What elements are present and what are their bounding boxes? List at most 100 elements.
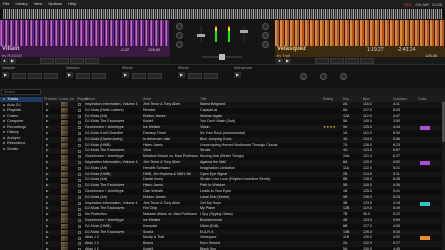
sidebar-item-icon — [3, 131, 5, 133]
deck-right-filter-knob[interactable] — [320, 73, 327, 80]
played-checkbox[interactable] — [78, 149, 81, 153]
sidebar-item-label: Recordings — [7, 124, 27, 129]
sampler-play-button-2[interactable]: ▶ — [66, 72, 73, 78]
panel-label-samples: Samples — [66, 66, 80, 70]
sampler-effects-panels: Sampler Samples Effects Effects Micropho… — [0, 64, 445, 89]
track-color-swatch[interactable] — [420, 201, 430, 206]
played-checkbox[interactable] — [78, 207, 81, 211]
effect-slot-2[interactable] — [148, 73, 162, 79]
track-color-swatch[interactable] — [420, 161, 430, 165]
played-checkbox[interactable] — [78, 219, 81, 223]
played-checkbox[interactable] — [78, 242, 81, 246]
cover-art — [61, 148, 68, 154]
eq-mid-knob-left[interactable] — [176, 41, 183, 48]
deck-left-cue-button[interactable]: ● — [1, 57, 8, 64]
onair-indicator[interactable]: ON AIR — [415, 2, 429, 7]
samples-slot-1[interactable] — [76, 73, 90, 79]
sidebar-item-analyze[interactable]: Analyze — [0, 136, 42, 141]
cover-art — [61, 229, 68, 235]
effect-slot-3[interactable] — [188, 73, 202, 79]
overview-waveforms[interactable] — [0, 8, 445, 20]
sidebar-item-icon — [3, 120, 5, 122]
played-checkbox[interactable] — [78, 126, 81, 130]
played-checkbox[interactable] — [78, 172, 81, 176]
sidebar-item-tracks[interactable]: Tracks — [0, 97, 42, 102]
sidebar-item-icon — [3, 147, 5, 150]
eq-high-knob-right[interactable] — [262, 32, 269, 39]
sidebar-item-recordings[interactable]: Recordings — [0, 125, 42, 130]
deck-left-time: -2:47 — [120, 47, 130, 52]
eq-mid-knob-right[interactable] — [262, 41, 269, 48]
sidebar-item-auto-dj[interactable]: Auto DJ — [0, 103, 42, 108]
played-checkbox[interactable] — [78, 155, 81, 159]
volume-fader-cap-left[interactable] — [197, 34, 205, 37]
gain-knob-right[interactable] — [262, 23, 269, 30]
played-checkbox[interactable] — [78, 166, 81, 170]
played-checkbox[interactable] — [78, 103, 81, 107]
played-checkbox[interactable] — [78, 137, 81, 141]
deck-right-play-button[interactable]: ▶ — [284, 57, 291, 64]
effect-slot-1[interactable] — [132, 73, 146, 79]
cover-art — [61, 125, 68, 131]
effects-play-button-2[interactable]: ▶ — [178, 72, 185, 78]
played-checkbox[interactable] — [78, 184, 81, 188]
menu-help[interactable]: Help — [65, 0, 79, 8]
menu-options[interactable]: Options — [45, 0, 65, 8]
effects-play-button-1[interactable]: ▶ — [122, 72, 129, 78]
deck-left-info: Villain by ROGUE -2:47 125.00 — [0, 46, 170, 58]
deck-right-cue-button[interactable]: ● — [276, 57, 283, 64]
deck-right-pitch-knob[interactable] — [300, 73, 307, 80]
played-checkbox[interactable] — [78, 161, 81, 165]
played-checkbox[interactable] — [78, 120, 81, 124]
cover-art — [61, 189, 68, 195]
sidebar-item-crates[interactable]: Crates — [0, 114, 42, 119]
played-checkbox[interactable] — [78, 201, 81, 205]
sidebar-item-computer[interactable]: Computer — [0, 119, 42, 124]
played-checkbox[interactable] — [78, 190, 81, 194]
played-checkbox[interactable] — [78, 108, 81, 112]
crossfader-cap[interactable] — [219, 54, 225, 60]
sampler-slot-3[interactable] — [44, 73, 58, 79]
panel-label-microphone: Microphone — [234, 66, 253, 70]
sidebar-item-label: Analyze — [7, 135, 21, 140]
gain-knob-left[interactable] — [176, 23, 183, 30]
sidebar-item-icon — [3, 125, 5, 128]
played-checkbox[interactable] — [78, 213, 81, 217]
track-color-swatch[interactable] — [420, 126, 430, 131]
rec-indicator[interactable]: REC — [404, 2, 412, 7]
deck-left-play-button[interactable]: ▶ — [9, 57, 16, 64]
sidebar-item-history[interactable]: History — [0, 130, 42, 135]
volume-fader-right[interactable] — [243, 26, 245, 42]
overview-waveform-right[interactable] — [3, 14, 442, 19]
played-checkbox[interactable] — [78, 230, 81, 234]
track-color-swatch[interactable] — [420, 236, 430, 241]
deck-left-waveform[interactable] — [0, 20, 170, 46]
mixer — [170, 20, 275, 64]
deck-right-waveform[interactable] — [275, 20, 445, 46]
volume-fader-cap-right[interactable] — [240, 30, 248, 33]
microphone-button[interactable]: ▶ — [234, 72, 241, 78]
played-checkbox[interactable] — [78, 178, 81, 182]
played-checkbox[interactable] — [78, 224, 81, 228]
effect-slot-4[interactable] — [204, 73, 218, 79]
played-checkbox[interactable] — [78, 236, 81, 240]
sampler-slot-1[interactable] — [12, 73, 26, 79]
sidebar-item-serato[interactable]: Serato — [0, 147, 42, 152]
sidebar-item-rekordbox[interactable]: Rekordbox — [0, 141, 42, 146]
samples-slot-2[interactable] — [92, 73, 106, 79]
menu-view[interactable]: View — [31, 0, 46, 8]
search-input[interactable] — [1, 89, 41, 95]
sampler-slot-2[interactable] — [28, 73, 42, 79]
sidebar-item-label: Serato — [7, 146, 19, 151]
menu-file[interactable]: File — [0, 0, 12, 8]
played-checkbox[interactable] — [78, 114, 81, 118]
played-checkbox[interactable] — [78, 132, 81, 136]
eq-high-knob-left[interactable] — [176, 32, 183, 39]
played-checkbox[interactable] — [78, 195, 81, 199]
deck-right-fx-knob[interactable] — [340, 73, 347, 80]
menu-library[interactable]: Library — [12, 0, 30, 8]
played-checkbox[interactable] — [78, 143, 81, 147]
sidebar-item-playlists[interactable]: Playlists — [0, 108, 42, 113]
sidebar-item-label: Auto DJ — [7, 102, 21, 107]
sampler-play-button-1[interactable]: ▶ — [2, 72, 9, 78]
